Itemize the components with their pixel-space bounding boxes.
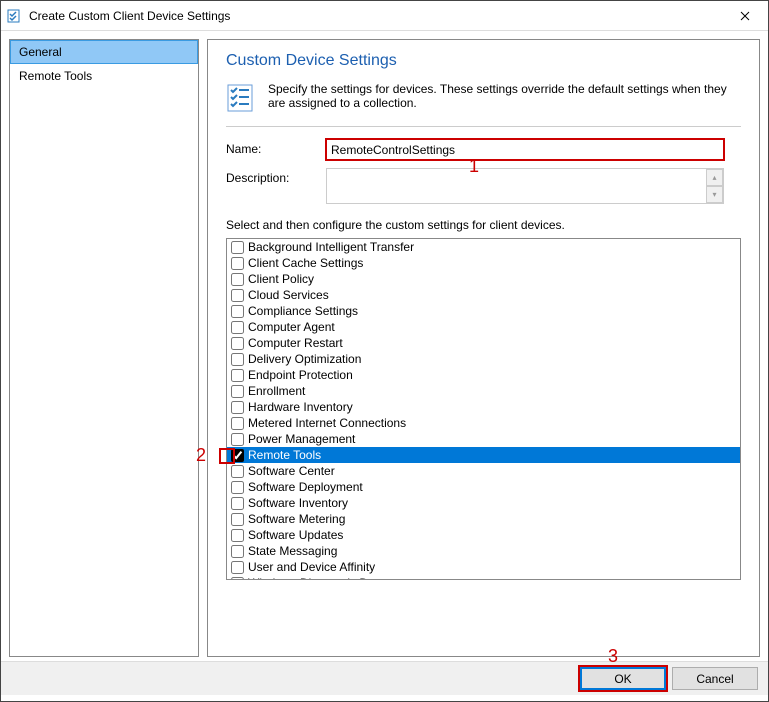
setting-checkbox[interactable] (231, 577, 244, 581)
setting-label: Computer Restart (248, 336, 343, 350)
setting-label: Software Deployment (248, 480, 363, 494)
setting-label: Enrollment (248, 384, 305, 398)
setting-row[interactable]: Software Updates (227, 527, 740, 543)
setting-row[interactable]: User and Device Affinity (227, 559, 740, 575)
sidebar-item-general[interactable]: General (10, 40, 198, 64)
setting-label: Remote Tools (248, 448, 321, 462)
setting-checkbox[interactable] (231, 497, 244, 510)
setting-label: User and Device Affinity (248, 560, 375, 574)
intro-text: Specify the settings for devices. These … (268, 82, 741, 114)
setting-checkbox[interactable] (231, 257, 244, 270)
setting-row[interactable]: Client Cache Settings (227, 255, 740, 271)
setting-label: Windows Diagnostic Data (248, 576, 385, 580)
setting-label: Software Metering (248, 512, 345, 526)
setting-row[interactable]: Metered Internet Connections (227, 415, 740, 431)
scroll-up-icon[interactable]: ▴ (706, 169, 723, 186)
window-title: Create Custom Client Device Settings (29, 9, 722, 23)
setting-checkbox[interactable] (231, 289, 244, 302)
setting-label: Hardware Inventory (248, 400, 353, 414)
setting-checkbox[interactable] (231, 353, 244, 366)
setting-checkbox[interactable] (231, 241, 244, 254)
sidebar: GeneralRemote Tools (9, 39, 199, 657)
setting-checkbox[interactable] (231, 465, 244, 478)
setting-label: State Messaging (248, 544, 337, 558)
setting-checkbox[interactable] (231, 529, 244, 542)
setting-row[interactable]: Hardware Inventory (227, 399, 740, 415)
setting-row[interactable]: Software Inventory (227, 495, 740, 511)
setting-checkbox[interactable] (231, 369, 244, 382)
close-button[interactable] (722, 1, 768, 31)
setting-checkbox[interactable] (231, 545, 244, 558)
button-bar: OK Cancel (1, 661, 768, 695)
setting-checkbox[interactable] (231, 273, 244, 286)
name-label: Name: (226, 139, 326, 156)
description-label: Description: (226, 168, 326, 185)
setting-checkbox[interactable] (231, 385, 244, 398)
setting-label: Software Inventory (248, 496, 348, 510)
setting-row[interactable]: State Messaging (227, 543, 740, 559)
titlebar: Create Custom Client Device Settings (1, 1, 768, 31)
setting-checkbox[interactable] (231, 561, 244, 574)
setting-label: Client Cache Settings (248, 256, 363, 270)
cancel-button[interactable]: Cancel (672, 667, 758, 690)
settings-list-label: Select and then configure the custom set… (226, 218, 741, 232)
description-scroll[interactable]: ▴ ▾ (706, 169, 723, 203)
settings-list-icon (226, 82, 258, 114)
description-input[interactable]: ▴ ▾ (326, 168, 724, 204)
setting-row[interactable]: Cloud Services (227, 287, 740, 303)
ok-button[interactable]: OK (580, 667, 666, 690)
setting-checkbox[interactable] (231, 481, 244, 494)
setting-label: Power Management (248, 432, 355, 446)
setting-label: Background Intelligent Transfer (248, 240, 414, 254)
sidebar-item-remote-tools[interactable]: Remote Tools (10, 64, 198, 88)
setting-row[interactable]: Delivery Optimization (227, 351, 740, 367)
setting-checkbox[interactable] (231, 513, 244, 526)
app-icon (7, 8, 23, 24)
setting-label: Endpoint Protection (248, 368, 353, 382)
setting-row[interactable]: Power Management (227, 431, 740, 447)
scroll-down-icon[interactable]: ▾ (706, 186, 723, 203)
setting-row[interactable]: Enrollment (227, 383, 740, 399)
content-panel: Custom Device Settings Specify the setti… (207, 39, 760, 657)
setting-label: Cloud Services (248, 288, 329, 302)
setting-row[interactable]: Windows Diagnostic Data (227, 575, 740, 580)
setting-label: Software Center (248, 464, 335, 478)
setting-row[interactable]: Client Policy (227, 271, 740, 287)
intro-row: Specify the settings for devices. These … (226, 82, 741, 127)
setting-row[interactable]: Compliance Settings (227, 303, 740, 319)
setting-row[interactable]: Computer Restart (227, 335, 740, 351)
setting-checkbox[interactable] (231, 337, 244, 350)
setting-label: Metered Internet Connections (248, 416, 406, 430)
setting-row[interactable]: Background Intelligent Transfer (227, 239, 740, 255)
setting-row[interactable]: Remote Tools (227, 447, 740, 463)
name-input[interactable] (326, 139, 724, 160)
setting-row[interactable]: Software Deployment (227, 479, 740, 495)
setting-label: Computer Agent (248, 320, 335, 334)
setting-row[interactable]: Endpoint Protection (227, 367, 740, 383)
setting-checkbox[interactable] (231, 433, 244, 446)
page-heading: Custom Device Settings (226, 52, 741, 70)
setting-row[interactable]: Software Center (227, 463, 740, 479)
setting-checkbox[interactable] (231, 449, 244, 462)
setting-label: Client Policy (248, 272, 314, 286)
setting-checkbox[interactable] (231, 305, 244, 318)
setting-checkbox[interactable] (231, 401, 244, 414)
setting-label: Software Updates (248, 528, 343, 542)
setting-label: Delivery Optimization (248, 352, 361, 366)
setting-label: Compliance Settings (248, 304, 358, 318)
settings-checklist: Background Intelligent Transfer Client Ca… (226, 238, 741, 580)
setting-checkbox[interactable] (231, 417, 244, 430)
setting-row[interactable]: Computer Agent (227, 319, 740, 335)
setting-checkbox[interactable] (231, 321, 244, 334)
setting-row[interactable]: Software Metering (227, 511, 740, 527)
